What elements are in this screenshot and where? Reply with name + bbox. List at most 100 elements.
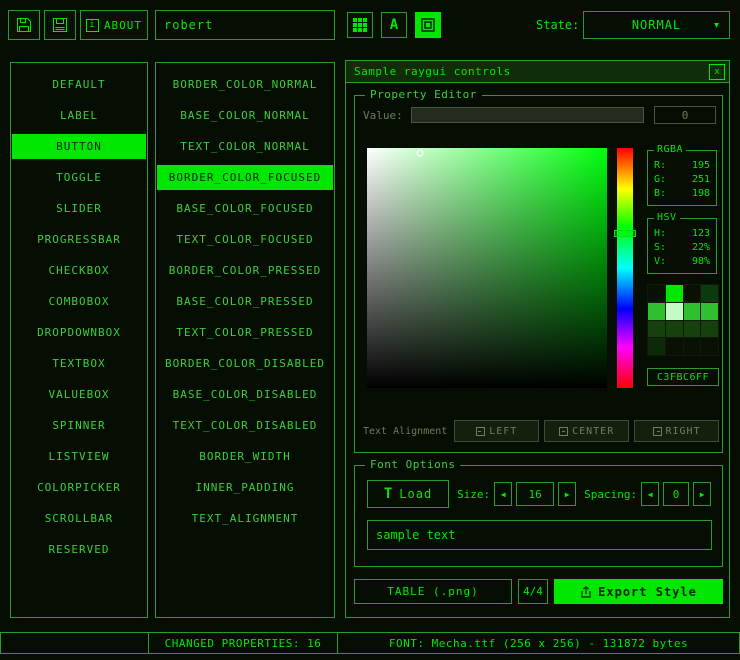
- list-item[interactable]: DROPDOWNBOX: [12, 320, 146, 345]
- palette-swatch[interactable]: [701, 303, 718, 320]
- list-item[interactable]: TEXT_COLOR_NORMAL: [157, 134, 333, 159]
- rgba-b-row: B: 198: [648, 187, 716, 201]
- list-item[interactable]: BASE_COLOR_PRESSED: [157, 289, 333, 314]
- close-icon: x: [714, 67, 719, 77]
- palette-swatch[interactable]: [666, 321, 683, 338]
- export-style-label: Export Style: [598, 585, 697, 599]
- style-color-palette: [647, 284, 719, 356]
- list-item[interactable]: PROGRESSBAR: [12, 227, 146, 252]
- font-load-button[interactable]: T Load: [367, 480, 449, 508]
- list-item[interactable]: BASE_COLOR_FOCUSED: [157, 196, 333, 221]
- spacing-increase-button[interactable]: ▶: [693, 482, 711, 506]
- palette-swatch[interactable]: [701, 338, 718, 355]
- text-alignment-row: Text Alignment LEFT CENTER: [363, 420, 719, 442]
- palette-swatch[interactable]: [666, 285, 683, 302]
- font-view-button[interactable]: A: [381, 12, 407, 38]
- list-item[interactable]: DEFAULT: [12, 72, 146, 97]
- palette-swatch[interactable]: [666, 338, 683, 355]
- palette-swatch[interactable]: [666, 303, 683, 320]
- align-right-button[interactable]: RIGHT: [634, 420, 719, 442]
- load-style-button[interactable]: [8, 10, 40, 40]
- list-item[interactable]: SPINNER: [12, 413, 146, 438]
- window-titlebar[interactable]: Sample raygui controls x: [346, 61, 729, 83]
- palette-swatch[interactable]: [684, 285, 701, 302]
- export-style-button[interactable]: Export Style: [554, 579, 723, 604]
- list-item[interactable]: BORDER_COLOR_FOCUSED: [157, 165, 333, 190]
- list-item[interactable]: BORDER_WIDTH: [157, 444, 333, 469]
- hue-slider-handle[interactable]: [614, 230, 636, 237]
- v-value: 98%: [692, 255, 710, 269]
- list-item[interactable]: TEXTBOX: [12, 351, 146, 376]
- list-item[interactable]: TEXT_COLOR_PRESSED: [157, 320, 333, 345]
- palette-swatch[interactable]: [648, 338, 665, 355]
- value-box[interactable]: 0: [654, 106, 716, 124]
- style-name-input[interactable]: [155, 10, 335, 40]
- list-item[interactable]: COMBOBOX: [12, 289, 146, 314]
- value-row: Value: 0: [363, 106, 716, 124]
- spacing-value-box[interactable]: 0: [663, 482, 689, 506]
- status-bar: CHANGED PROPERTIES: 16 FONT: Mecha.ttf (…: [0, 632, 740, 654]
- palette-swatch[interactable]: [701, 285, 718, 302]
- status-changed-properties: CHANGED PROPERTIES: 16: [148, 632, 338, 654]
- font-options-group: Font Options T Load Size: ◀ 16 ▶ Spacing…: [354, 465, 723, 567]
- list-item[interactable]: SCROLLBAR: [12, 506, 146, 531]
- arrow-left-icon: ◀: [501, 490, 506, 499]
- font-letter-icon: A: [390, 17, 398, 33]
- property-editor-group: Property Editor Value: 0 RGBA R: 195 G:: [354, 95, 723, 453]
- spacing-decrease-button[interactable]: ◀: [641, 482, 659, 506]
- size-increase-button[interactable]: ▶: [558, 482, 576, 506]
- size-decrease-button[interactable]: ◀: [494, 482, 512, 506]
- color-picker-panel[interactable]: [367, 148, 607, 388]
- close-button[interactable]: x: [709, 64, 725, 80]
- table-image-view-button[interactable]: [415, 12, 441, 38]
- list-item[interactable]: BORDER_COLOR_PRESSED: [157, 258, 333, 283]
- info-icon: i: [86, 19, 99, 32]
- align-center-icon: [559, 427, 568, 436]
- list-item[interactable]: BORDER_COLOR_DISABLED: [157, 351, 333, 376]
- list-item[interactable]: RESERVED: [12, 537, 146, 562]
- list-item[interactable]: BASE_COLOR_NORMAL: [157, 103, 333, 128]
- palette-swatch[interactable]: [684, 321, 701, 338]
- sample-text-input[interactable]: [367, 520, 712, 550]
- list-item[interactable]: INNER_PADDING: [157, 475, 333, 500]
- list-item[interactable]: LABEL: [12, 103, 146, 128]
- arrow-right-icon: ▶: [565, 490, 570, 499]
- color-picker-cursor[interactable]: [416, 149, 423, 156]
- about-button[interactable]: i ABOUT: [80, 10, 148, 40]
- grid-view-button[interactable]: [347, 12, 373, 38]
- align-center-button[interactable]: CENTER: [544, 420, 629, 442]
- size-value-box[interactable]: 16: [516, 482, 554, 506]
- align-left-label: LEFT: [489, 426, 517, 437]
- palette-swatch[interactable]: [648, 321, 665, 338]
- size-label: Size:: [457, 488, 490, 501]
- hex-color-box[interactable]: C3FBC6FF: [647, 368, 719, 386]
- value-slider[interactable]: [411, 107, 644, 123]
- export-format-button[interactable]: TABLE (.png): [354, 579, 512, 604]
- save-style-button[interactable]: [44, 10, 76, 40]
- hue-slider[interactable]: [617, 148, 633, 388]
- list-item[interactable]: VALUEBOX: [12, 382, 146, 407]
- about-label: ABOUT: [104, 19, 142, 32]
- list-item[interactable]: TEXT_COLOR_DISABLED: [157, 413, 333, 438]
- list-item[interactable]: BASE_COLOR_DISABLED: [157, 382, 333, 407]
- palette-swatch[interactable]: [648, 303, 665, 320]
- group-title: Font Options: [365, 458, 460, 471]
- align-left-button[interactable]: LEFT: [454, 420, 539, 442]
- list-item[interactable]: COLORPICKER: [12, 475, 146, 500]
- list-item[interactable]: BORDER_COLOR_NORMAL: [157, 72, 333, 97]
- list-item[interactable]: TOGGLE: [12, 165, 146, 190]
- list-item[interactable]: SLIDER: [12, 196, 146, 221]
- palette-swatch[interactable]: [684, 303, 701, 320]
- list-item[interactable]: CHECKBOX: [12, 258, 146, 283]
- list-item[interactable]: TEXT_COLOR_FOCUSED: [157, 227, 333, 252]
- list-item[interactable]: LISTVIEW: [12, 444, 146, 469]
- palette-swatch[interactable]: [701, 321, 718, 338]
- status-font-info: FONT: Mecha.ttf (256 x 256) - 131872 byt…: [337, 632, 740, 654]
- list-item[interactable]: BUTTON: [12, 134, 146, 159]
- palette-swatch[interactable]: [648, 285, 665, 302]
- state-dropdown[interactable]: NORMAL ▼: [583, 11, 730, 39]
- text-alignment-label: Text Alignment: [363, 426, 447, 437]
- list-item[interactable]: TEXT_ALIGNMENT: [157, 506, 333, 531]
- v-label: V:: [654, 255, 666, 269]
- palette-swatch[interactable]: [684, 338, 701, 355]
